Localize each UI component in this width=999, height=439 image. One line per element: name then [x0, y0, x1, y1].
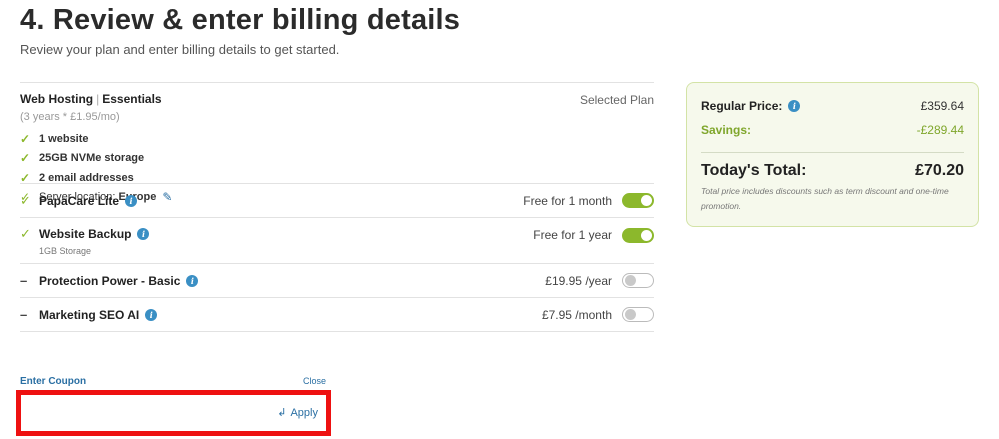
summary-savings-row: Savings: -£289.44	[701, 123, 964, 137]
summary-regular-row: Regular Price: i £359.64	[701, 99, 964, 113]
regular-price-label-wrap: Regular Price: i	[701, 99, 801, 113]
feature-item: ✓ 25GB NVMe storage	[20, 149, 654, 169]
coupon-box: ↲ Apply	[16, 390, 331, 436]
feature-label: 1 website	[39, 132, 89, 145]
check-icon: ✓	[20, 131, 31, 146]
coupon-input[interactable]	[25, 399, 265, 427]
summary-total-row: Today's Total: £70.20	[701, 162, 964, 180]
plan-product: Web Hosting	[20, 92, 94, 106]
order-summary: Regular Price: i £359.64 Savings: -£289.4…	[686, 82, 979, 227]
plan-panel: Web Hosting | Essentials (3 years * £1.95/…	[20, 82, 654, 332]
info-icon[interactable]: i	[125, 194, 138, 207]
dash-icon: –	[20, 273, 28, 288]
plan-tier: Essentials	[102, 92, 162, 106]
addon-row-website-backup: ✓ Website Backup i 1GB Storage Free for …	[20, 218, 654, 263]
addon-name: Marketing SEO AI	[39, 307, 140, 322]
regular-price-label: Regular Price:	[701, 99, 783, 113]
addon-subtext: 1GB Storage	[39, 246, 92, 256]
coupon-close-link[interactable]: Close	[303, 376, 326, 386]
total-value: £70.20	[915, 162, 964, 179]
check-icon: ✓	[20, 170, 31, 185]
addon-name: Protection Power - Basic	[39, 273, 181, 288]
addon-toggle[interactable]	[622, 273, 654, 288]
return-arrow-icon: ↲	[277, 407, 287, 419]
plan-header: Web Hosting | Essentials (3 years * £1.95/…	[20, 83, 654, 204]
info-icon[interactable]: i	[137, 228, 150, 240]
addon-row-protection-power: – Protection Power - Basic i £19.95 /yea…	[20, 264, 654, 297]
summary-divider	[701, 152, 964, 153]
summary-note: Total price includes discounts such as t…	[701, 186, 949, 211]
addon-name: PapaCare Lite	[39, 193, 120, 208]
coupon-apply-label: Apply	[290, 407, 318, 419]
regular-price-value: £359.64	[920, 99, 964, 113]
info-icon[interactable]: i	[788, 100, 801, 112]
addon-row-papacare: ✓ PapaCare Lite i Free for 1 month	[20, 184, 654, 217]
info-icon[interactable]: i	[186, 274, 199, 287]
divider	[20, 331, 654, 332]
check-icon: ✓	[20, 192, 31, 208]
addon-toggle[interactable]	[622, 193, 654, 208]
page-title: 4. Review & enter billing details	[20, 4, 461, 36]
addon-price: Free for 1 month	[523, 193, 612, 208]
addon-price: Free for 1 year	[533, 228, 612, 242]
addon-row-marketing-seo: – Marketing SEO AI i £7.95 /month	[20, 298, 654, 331]
addon-price: £7.95 /month	[541, 307, 612, 322]
feature-label: 2 email addresses	[39, 171, 134, 184]
plan-terms: (3 years * £1.95/mo)	[20, 111, 120, 123]
dash-icon: –	[20, 307, 28, 322]
page-subtitle: Review your plan and enter billing detai…	[20, 42, 340, 57]
plan-separator: |	[96, 92, 100, 106]
coupon-label: Enter Coupon	[20, 376, 87, 387]
addon-toggle[interactable]	[622, 307, 654, 322]
selected-plan-label: Selected Plan	[579, 93, 654, 107]
check-icon: ✓	[20, 226, 31, 241]
check-icon: ✓	[20, 151, 31, 166]
feature-label: 25GB NVMe storage	[39, 152, 145, 165]
total-label: Today's Total:	[701, 162, 807, 179]
feature-item: ✓ 1 website	[20, 129, 654, 149]
coupon-apply-button[interactable]: ↲ Apply	[277, 406, 318, 419]
savings-label: Savings:	[701, 123, 752, 137]
addon-price: £19.95 /year	[545, 273, 612, 288]
info-icon[interactable]: i	[145, 308, 158, 321]
savings-value: -£289.44	[916, 123, 964, 137]
addon-toggle[interactable]	[622, 228, 654, 243]
plan-name: Web Hosting | Essentials	[20, 92, 654, 106]
addon-name: Website Backup	[39, 227, 132, 241]
addon-title-line: ✓ Website Backup i	[20, 226, 150, 242]
